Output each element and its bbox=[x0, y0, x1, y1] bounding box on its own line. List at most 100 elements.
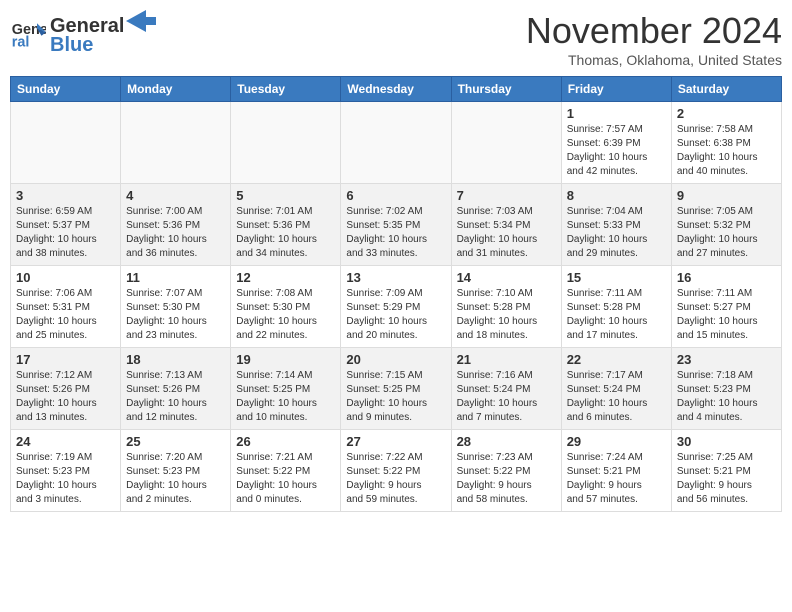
calendar-cell: 10 Sunrise: 7:06 AM Sunset: 5:31 PM Dayli… bbox=[11, 266, 121, 348]
day-info: Sunrise: 7:07 AM Sunset: 5:30 PM Dayligh… bbox=[126, 287, 225, 343]
day-info: Sunrise: 6:59 AM Sunset: 5:37 PM Dayligh… bbox=[16, 205, 115, 261]
day-info: Sunrise: 7:03 AM Sunset: 5:34 PM Dayligh… bbox=[457, 205, 556, 261]
calendar-cell: 5Sunrise: 7:01 AM Sunset: 5:36 PM Daylig… bbox=[231, 184, 341, 266]
day-number: 13 bbox=[346, 270, 445, 285]
calendar-cell: 1Sunrise: 7:57 AM Sunset: 6:39 PM Daylig… bbox=[561, 102, 671, 184]
day-number: 17 bbox=[16, 352, 115, 367]
location-text: Thomas, Oklahoma, United States bbox=[526, 52, 782, 68]
day-number: 10 bbox=[16, 270, 115, 285]
day-number: 1 bbox=[567, 106, 666, 121]
calendar-week-row: 24 Sunrise: 7:19 AM Sunset: 5:23 PM Dayli… bbox=[11, 430, 782, 512]
calendar-cell bbox=[121, 102, 231, 184]
calendar-cell: 25 Sunrise: 7:20 AM Sunset: 5:23 PM Dayli… bbox=[121, 430, 231, 512]
day-number: 22 bbox=[567, 352, 666, 367]
calendar-cell: 27 Sunrise: 7:22 AM Sunset: 5:22 PM Dayli… bbox=[341, 430, 451, 512]
day-info: Sunrise: 7:22 AM Sunset: 5:22 PM Dayligh… bbox=[346, 451, 445, 507]
day-info: Sunrise: 7:06 AM Sunset: 5:31 PM Dayligh… bbox=[16, 287, 115, 343]
day-number: 8 bbox=[567, 188, 666, 203]
calendar-cell: 19Sunrise: 7:14 AM Sunset: 5:25 PM Dayli… bbox=[231, 348, 341, 430]
day-info: Sunrise: 7:10 AM Sunset: 5:28 PM Dayligh… bbox=[457, 287, 556, 343]
calendar-cell: 29 Sunrise: 7:24 AM Sunset: 5:21 PM Dayli… bbox=[561, 430, 671, 512]
day-number: 4 bbox=[126, 188, 225, 203]
day-number: 12 bbox=[236, 270, 335, 285]
calendar-week-row: 10 Sunrise: 7:06 AM Sunset: 5:31 PM Dayli… bbox=[11, 266, 782, 348]
calendar-cell: 22 Sunrise: 7:17 AM Sunset: 5:24 PM Dayli… bbox=[561, 348, 671, 430]
day-number: 3 bbox=[16, 188, 115, 203]
day-number: 25 bbox=[126, 434, 225, 449]
page-header: Gene ral General Blue November 2024 Thom… bbox=[10, 10, 782, 68]
calendar-cell: 23Sunrise: 7:18 AM Sunset: 5:23 PM Dayli… bbox=[671, 348, 781, 430]
calendar-cell: 15Sunrise: 7:11 AM Sunset: 5:28 PM Dayli… bbox=[561, 266, 671, 348]
day-number: 16 bbox=[677, 270, 776, 285]
logo-icon: Gene ral bbox=[10, 16, 46, 52]
day-info: Sunrise: 7:09 AM Sunset: 5:29 PM Dayligh… bbox=[346, 287, 445, 343]
calendar-cell: 16 Sunrise: 7:11 AM Sunset: 5:27 PM Dayli… bbox=[671, 266, 781, 348]
calendar-cell bbox=[341, 102, 451, 184]
day-number: 6 bbox=[346, 188, 445, 203]
day-number: 30 bbox=[677, 434, 776, 449]
day-number: 7 bbox=[457, 188, 556, 203]
title-section: November 2024 Thomas, Oklahoma, United S… bbox=[526, 10, 782, 68]
calendar-cell: 30 Sunrise: 7:25 AM Sunset: 5:21 PM Dayli… bbox=[671, 430, 781, 512]
weekday-header: Wednesday bbox=[341, 77, 451, 102]
calendar-cell bbox=[451, 102, 561, 184]
day-info: Sunrise: 7:11 AM Sunset: 5:27 PM Dayligh… bbox=[677, 287, 776, 343]
day-number: 14 bbox=[457, 270, 556, 285]
day-info: Sunrise: 7:58 AM Sunset: 6:38 PM Dayligh… bbox=[677, 123, 776, 179]
calendar-cell: 3 Sunrise: 6:59 AM Sunset: 5:37 PM Daylig… bbox=[11, 184, 121, 266]
day-info: Sunrise: 7:04 AM Sunset: 5:33 PM Dayligh… bbox=[567, 205, 666, 261]
weekday-header: Tuesday bbox=[231, 77, 341, 102]
calendar-cell: 9Sunrise: 7:05 AM Sunset: 5:32 PM Daylig… bbox=[671, 184, 781, 266]
day-info: Sunrise: 7:25 AM Sunset: 5:21 PM Dayligh… bbox=[677, 451, 776, 507]
day-info: Sunrise: 7:24 AM Sunset: 5:21 PM Dayligh… bbox=[567, 451, 666, 507]
day-info: Sunrise: 7:00 AM Sunset: 5:36 PM Dayligh… bbox=[126, 205, 225, 261]
logo: Gene ral General Blue bbox=[10, 10, 156, 57]
day-info: Sunrise: 7:15 AM Sunset: 5:25 PM Dayligh… bbox=[346, 369, 445, 425]
calendar-cell: 17 Sunrise: 7:12 AM Sunset: 5:26 PM Dayli… bbox=[11, 348, 121, 430]
calendar-week-row: 1Sunrise: 7:57 AM Sunset: 6:39 PM Daylig… bbox=[11, 102, 782, 184]
day-info: Sunrise: 7:16 AM Sunset: 5:24 PM Dayligh… bbox=[457, 369, 556, 425]
calendar-cell: 6 Sunrise: 7:02 AM Sunset: 5:35 PM Daylig… bbox=[341, 184, 451, 266]
day-number: 11 bbox=[126, 270, 225, 285]
day-info: Sunrise: 7:21 AM Sunset: 5:22 PM Dayligh… bbox=[236, 451, 335, 507]
day-info: Sunrise: 7:17 AM Sunset: 5:24 PM Dayligh… bbox=[567, 369, 666, 425]
day-number: 29 bbox=[567, 434, 666, 449]
day-number: 21 bbox=[457, 352, 556, 367]
day-info: Sunrise: 7:20 AM Sunset: 5:23 PM Dayligh… bbox=[126, 451, 225, 507]
month-title: November 2024 bbox=[526, 10, 782, 52]
weekday-header: Sunday bbox=[11, 77, 121, 102]
day-number: 20 bbox=[346, 352, 445, 367]
day-info: Sunrise: 7:23 AM Sunset: 5:22 PM Dayligh… bbox=[457, 451, 556, 507]
logo-arrow bbox=[126, 10, 156, 32]
calendar-cell: 24 Sunrise: 7:19 AM Sunset: 5:23 PM Dayli… bbox=[11, 430, 121, 512]
weekday-header: Thursday bbox=[451, 77, 561, 102]
weekday-header: Monday bbox=[121, 77, 231, 102]
day-number: 26 bbox=[236, 434, 335, 449]
calendar-week-row: 17 Sunrise: 7:12 AM Sunset: 5:26 PM Dayli… bbox=[11, 348, 782, 430]
calendar-cell: 2 Sunrise: 7:58 AM Sunset: 6:38 PM Daylig… bbox=[671, 102, 781, 184]
day-number: 27 bbox=[346, 434, 445, 449]
day-info: Sunrise: 7:05 AM Sunset: 5:32 PM Dayligh… bbox=[677, 205, 776, 261]
calendar-cell: 7 Sunrise: 7:03 AM Sunset: 5:34 PM Daylig… bbox=[451, 184, 561, 266]
calendar-cell bbox=[11, 102, 121, 184]
calendar-header-row: SundayMondayTuesdayWednesdayThursdayFrid… bbox=[11, 77, 782, 102]
day-info: Sunrise: 7:14 AM Sunset: 5:25 PM Dayligh… bbox=[236, 369, 335, 425]
day-info: Sunrise: 7:19 AM Sunset: 5:23 PM Dayligh… bbox=[16, 451, 115, 507]
calendar-table: SundayMondayTuesdayWednesdayThursdayFrid… bbox=[10, 76, 782, 512]
calendar-week-row: 3 Sunrise: 6:59 AM Sunset: 5:37 PM Daylig… bbox=[11, 184, 782, 266]
day-info: Sunrise: 7:18 AM Sunset: 5:23 PM Dayligh… bbox=[677, 369, 776, 425]
calendar-cell: 8 Sunrise: 7:04 AM Sunset: 5:33 PM Daylig… bbox=[561, 184, 671, 266]
day-number: 24 bbox=[16, 434, 115, 449]
calendar-cell: 11 Sunrise: 7:07 AM Sunset: 5:30 PM Dayli… bbox=[121, 266, 231, 348]
day-info: Sunrise: 7:02 AM Sunset: 5:35 PM Dayligh… bbox=[346, 205, 445, 261]
day-info: Sunrise: 7:01 AM Sunset: 5:36 PM Dayligh… bbox=[236, 205, 335, 261]
svg-text:ral: ral bbox=[12, 34, 30, 50]
day-number: 15 bbox=[567, 270, 666, 285]
calendar-cell: 12Sunrise: 7:08 AM Sunset: 5:30 PM Dayli… bbox=[231, 266, 341, 348]
day-number: 2 bbox=[677, 106, 776, 121]
day-info: Sunrise: 7:12 AM Sunset: 5:26 PM Dayligh… bbox=[16, 369, 115, 425]
day-info: Sunrise: 7:13 AM Sunset: 5:26 PM Dayligh… bbox=[126, 369, 225, 425]
day-number: 28 bbox=[457, 434, 556, 449]
calendar-cell: 21 Sunrise: 7:16 AM Sunset: 5:24 PM Dayli… bbox=[451, 348, 561, 430]
calendar-cell: 28 Sunrise: 7:23 AM Sunset: 5:22 PM Dayli… bbox=[451, 430, 561, 512]
